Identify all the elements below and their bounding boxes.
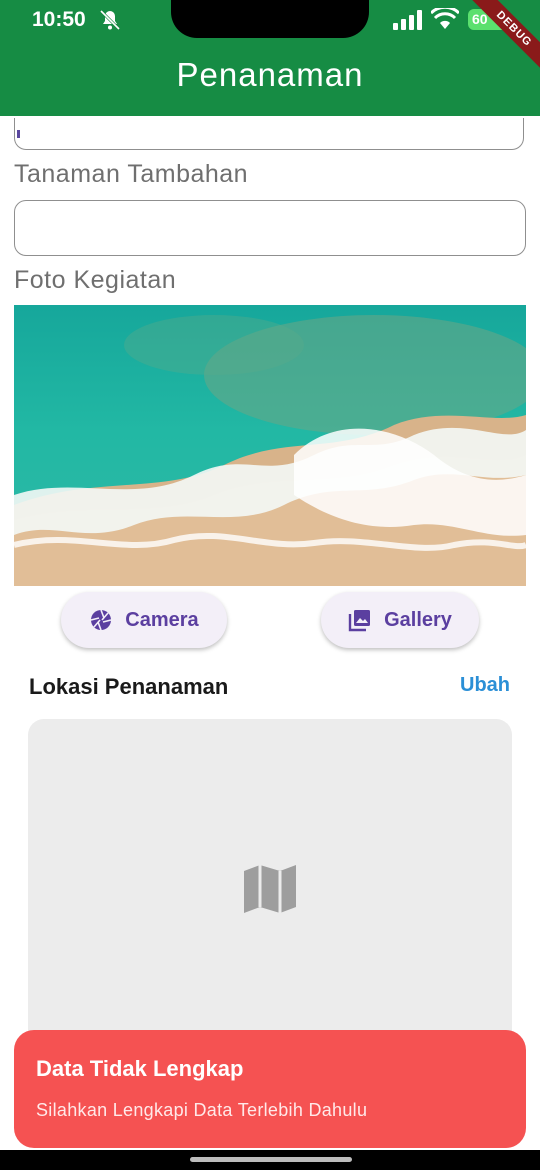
map-placeholder[interactable] (28, 719, 512, 1049)
camera-notch (171, 0, 369, 38)
ubah-link[interactable]: Ubah (460, 674, 510, 697)
gallery-button-label: Gallery (384, 608, 452, 631)
previous-text-field[interactable] (14, 118, 524, 150)
tanaman-tambahan-label: Tanaman Tambahan (14, 160, 249, 188)
camera-button[interactable]: Camera (61, 592, 227, 648)
snackbar-message: Silahkan Lengkapi Data Terlebih Dahulu (36, 1100, 368, 1120)
signal-icon (393, 10, 422, 30)
activity-photo (14, 305, 526, 586)
camera-icon (91, 609, 112, 631)
wifi-icon (431, 8, 459, 29)
snackbar-title: Data Tidak Lengkap (36, 1056, 244, 1081)
bell-off-icon (99, 9, 121, 31)
page-title: Penanaman (176, 56, 364, 93)
home-indicator[interactable] (190, 1157, 352, 1162)
tanaman-tambahan-input[interactable] (14, 200, 526, 256)
gallery-button[interactable]: Gallery (321, 592, 479, 648)
text-caret (17, 130, 20, 138)
status-time: 10:50 (32, 8, 86, 31)
gallery-icon (348, 610, 371, 632)
map-icon (244, 865, 296, 913)
error-snackbar: Data Tidak Lengkap Silahkan Lengkapi Dat… (14, 1030, 526, 1148)
camera-button-label: Camera (125, 608, 199, 631)
app-bar: 10:50 60 DEBUG Penanaman (0, 0, 540, 116)
lokasi-title: Lokasi Penanaman (29, 674, 229, 699)
foto-kegiatan-label: Foto Kegiatan (14, 266, 177, 294)
